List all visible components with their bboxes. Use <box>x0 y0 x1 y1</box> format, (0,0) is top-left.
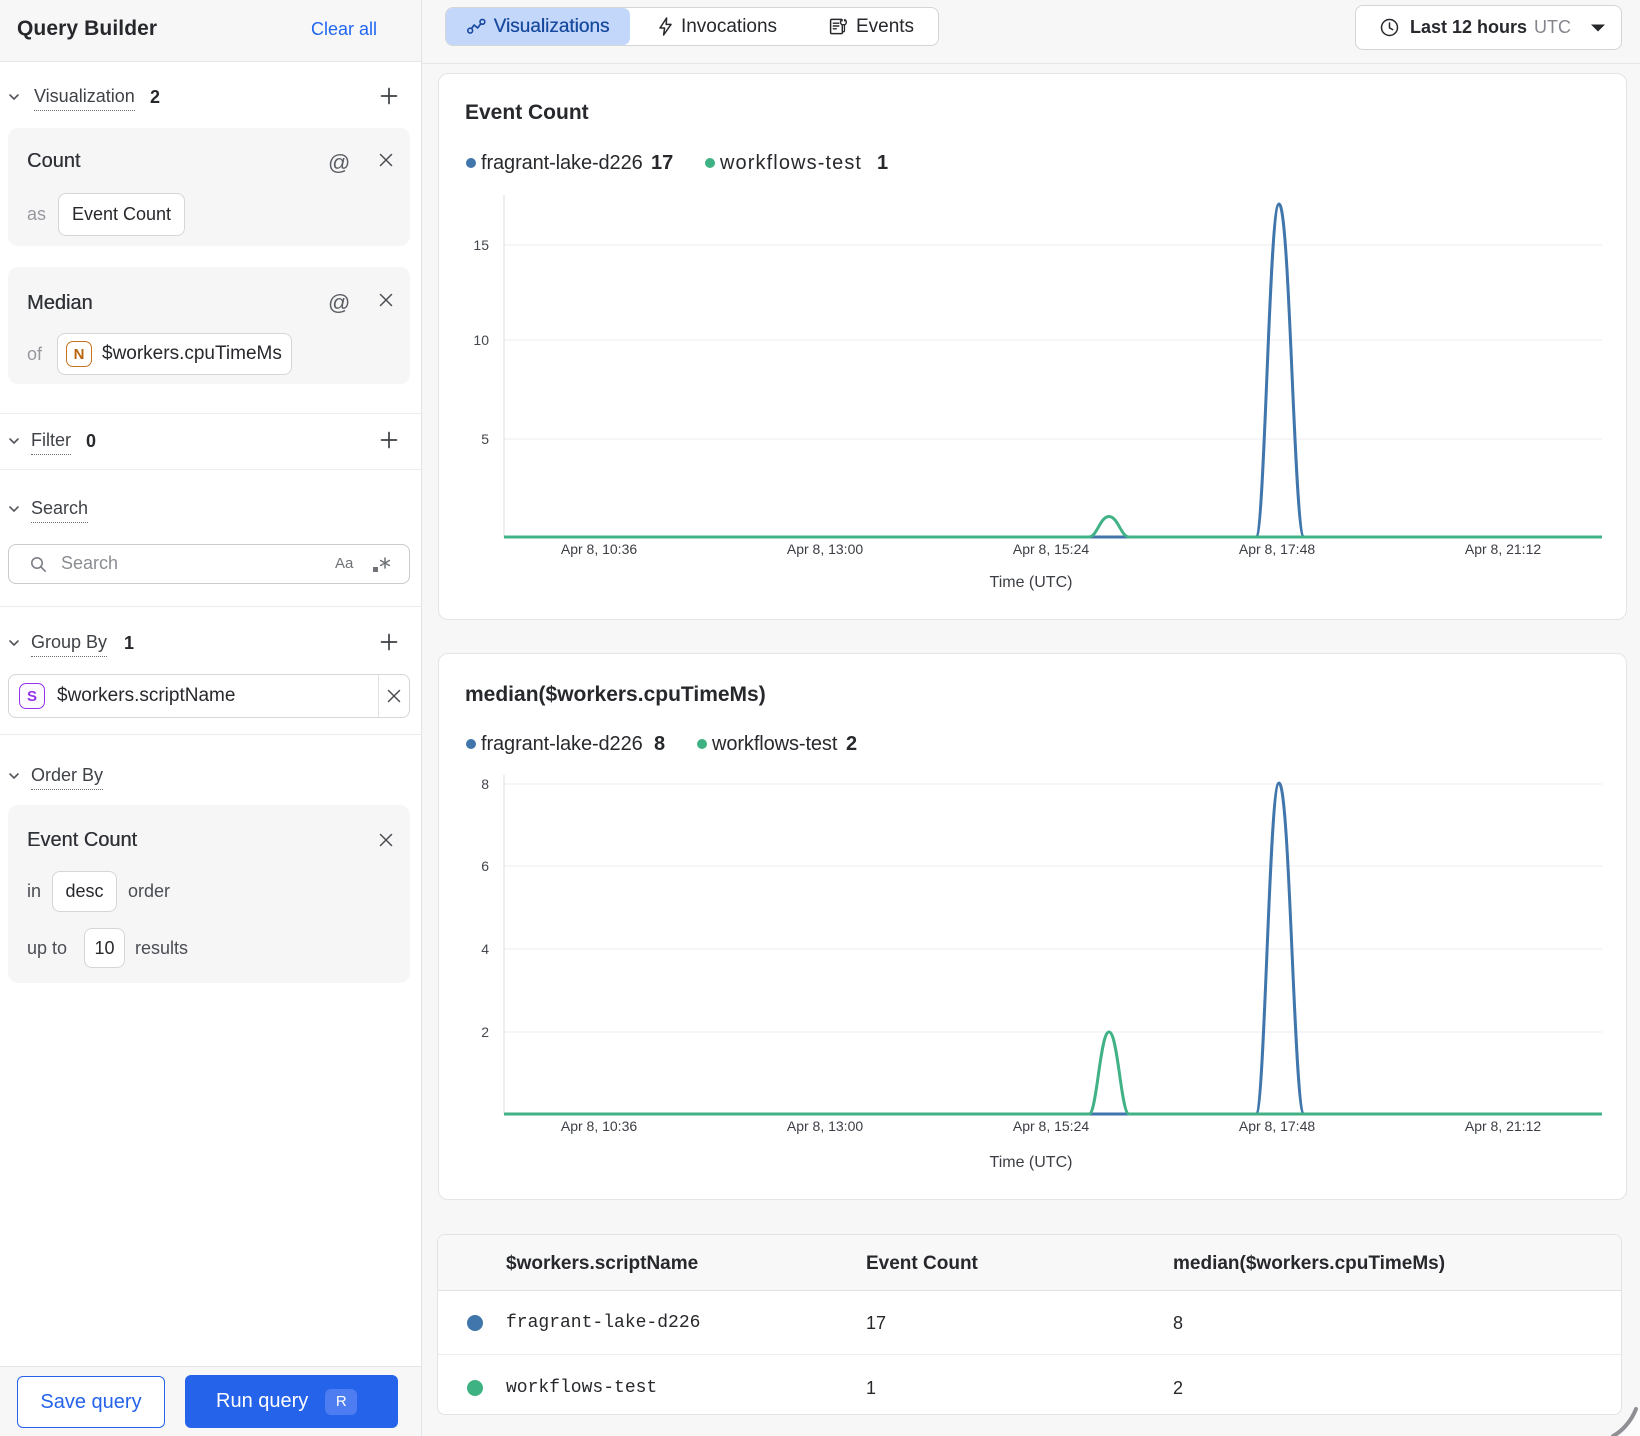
svg-text:10: 10 <box>473 332 489 348</box>
svg-text:5: 5 <box>481 431 489 447</box>
svg-text:Time (UTC): Time (UTC) <box>990 574 1073 591</box>
svg-text:Apr 8, 10:36: Apr 8, 10:36 <box>561 1118 637 1134</box>
svg-text:15: 15 <box>473 237 489 253</box>
svg-text:Apr 8, 10:36: Apr 8, 10:36 <box>561 541 637 557</box>
svg-text:6: 6 <box>481 858 489 874</box>
svg-text:Apr 8, 13:00: Apr 8, 13:00 <box>787 541 863 557</box>
svg-text:Apr 8, 17:48: Apr 8, 17:48 <box>1239 541 1315 557</box>
svg-text:Apr 8, 15:24: Apr 8, 15:24 <box>1013 541 1089 557</box>
svg-text:Apr 8, 21:12: Apr 8, 21:12 <box>1465 541 1541 557</box>
svg-text:8: 8 <box>481 776 489 792</box>
svg-text:4: 4 <box>481 941 489 957</box>
svg-text:Apr 8, 13:00: Apr 8, 13:00 <box>787 1118 863 1134</box>
svg-text:2: 2 <box>481 1024 489 1040</box>
svg-text:Apr 8, 21:12: Apr 8, 21:12 <box>1465 1118 1541 1134</box>
svg-text:Time (UTC): Time (UTC) <box>990 1154 1073 1171</box>
svg-text:Apr 8, 17:48: Apr 8, 17:48 <box>1239 1118 1315 1134</box>
svg-text:Apr 8, 15:24: Apr 8, 15:24 <box>1013 1118 1089 1134</box>
